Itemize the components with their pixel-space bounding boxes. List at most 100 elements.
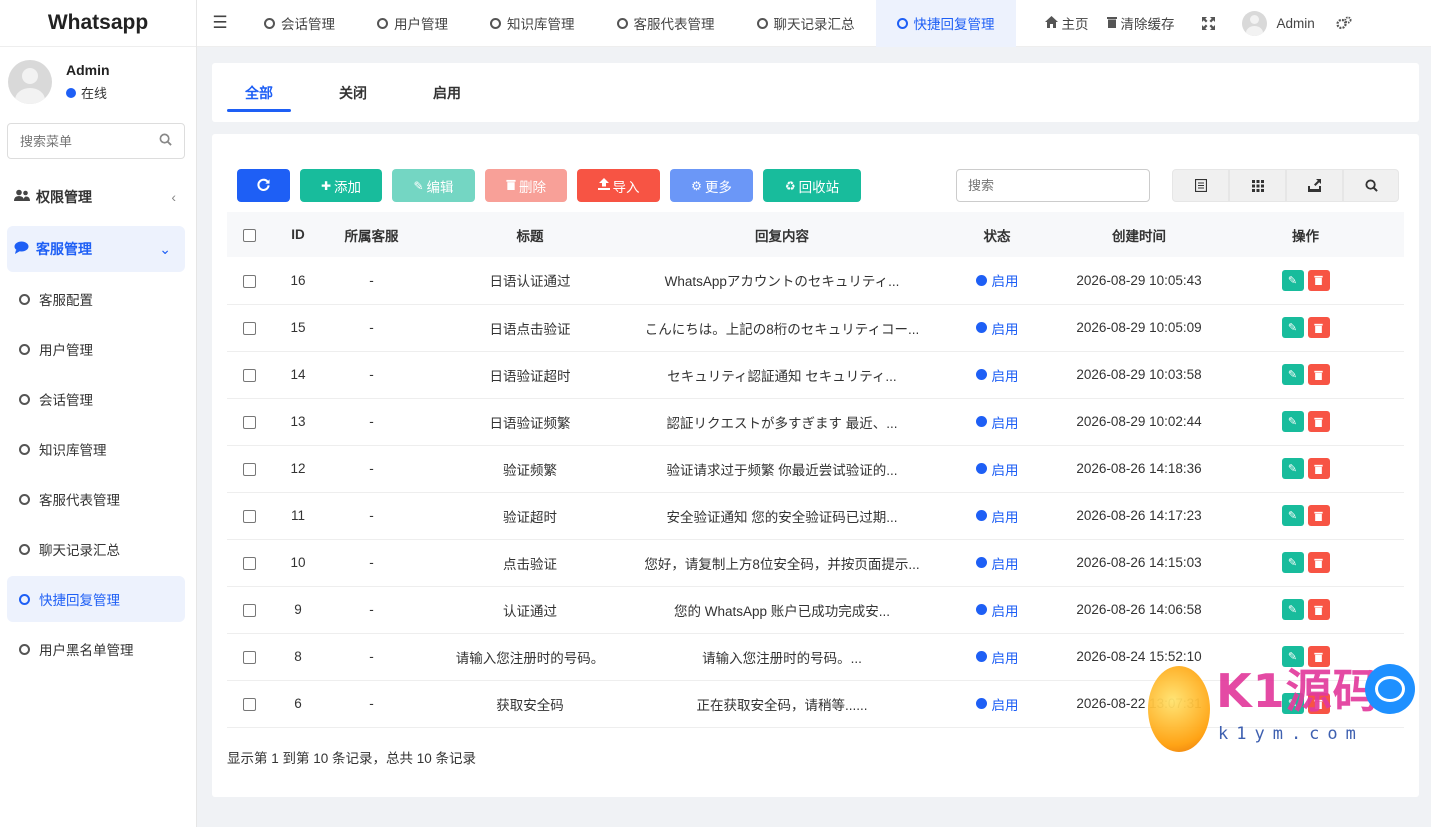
row-edit-button[interactable]: ✎: [1281, 599, 1304, 620]
view-grid-icon[interactable]: [1229, 169, 1286, 202]
row-edit-button[interactable]: ✎: [1281, 269, 1304, 291]
column-header-agent[interactable]: 所属客服: [324, 212, 419, 257]
row-edit-button[interactable]: ✎: [1281, 505, 1304, 526]
row-checkbox[interactable]: [243, 415, 256, 429]
table-row[interactable]: 15 - 日语点击验证 こんにちは。上記の8桁のセキュリティコー... 启用 2026-0…: [227, 304, 1404, 351]
row-edit-button[interactable]: ✎: [1281, 693, 1304, 714]
row-edit-button[interactable]: ✎: [1281, 411, 1304, 432]
cell-status[interactable]: 启用: [923, 351, 1071, 398]
row-delete-button[interactable]: [1307, 693, 1330, 714]
row-checkbox[interactable]: [243, 556, 256, 570]
sidebar-item-knowledge-base[interactable]: 知识库管理: [7, 426, 185, 472]
search-icon[interactable]: [159, 133, 172, 149]
edit-button[interactable]: ✎ 编辑: [392, 169, 475, 202]
table-row[interactable]: 16 - 日语认证通过 WhatsAppアカウントのセキュリティ... 启用 2026-0…: [227, 257, 1404, 304]
row-delete-button[interactable]: [1307, 599, 1330, 620]
table-row[interactable]: 8 - 请输入您注册时的号码。 请输入您注册时的号码。... 启用 2026-08-24 …: [227, 633, 1404, 680]
row-edit-button[interactable]: ✎: [1281, 552, 1304, 573]
table-row[interactable]: 10 - 点击验证 您好，请复制上方8位安全码，并按页面提示... 启用 2026-08-…: [227, 539, 1404, 586]
tab-sessions[interactable]: 会话管理: [243, 0, 356, 47]
row-checkbox[interactable]: [243, 650, 256, 664]
menu-toggle-icon[interactable]: ☰: [197, 13, 243, 33]
cell-status[interactable]: 启用: [923, 492, 1071, 539]
table-search-input[interactable]: [968, 178, 1138, 193]
cell-status[interactable]: 启用: [923, 398, 1071, 445]
cell-status[interactable]: 启用: [923, 445, 1071, 492]
filter-tab-all[interactable]: 全部: [227, 63, 291, 122]
table-row[interactable]: 6 - 获取安全码 正在获取安全码，请稍等...... 启用 2026-08-22 13:…: [227, 680, 1404, 727]
row-checkbox[interactable]: [243, 603, 256, 617]
row-edit-button[interactable]: ✎: [1281, 646, 1304, 667]
row-checkbox[interactable]: [243, 697, 256, 711]
column-header-created[interactable]: 创建时间: [1071, 212, 1207, 257]
row-edit-button[interactable]: ✎: [1281, 317, 1304, 338]
row-checkbox[interactable]: [243, 321, 256, 335]
table-row[interactable]: 14 - 日语验证超时 セキュリティ認証通知 セキュリティ... 启用 2026-08-2…: [227, 351, 1404, 398]
tab-chat-records[interactable]: 聊天记录汇总: [736, 0, 876, 47]
table-row[interactable]: 11 - 验证超时 安全验证通知 您的安全验证码已过期... 启用 2026-08-26 …: [227, 492, 1404, 539]
delete-button[interactable]: 删除: [485, 169, 567, 202]
chat-bubble-icon[interactable]: [1365, 664, 1415, 714]
tab-quick-reply[interactable]: 快捷回复管理: [875, 0, 1016, 47]
recycle-bin-button[interactable]: ♻ 回收站: [763, 169, 861, 202]
filter-tab-closed[interactable]: 关闭: [321, 63, 385, 122]
row-checkbox[interactable]: [243, 462, 256, 476]
row-delete-button[interactable]: [1307, 646, 1330, 667]
tab-users[interactable]: 用户管理: [356, 0, 469, 47]
cell-status[interactable]: 启用: [923, 257, 1071, 304]
filter-tab-enabled[interactable]: 启用: [415, 63, 479, 122]
more-button[interactable]: ⚙ 更多: [670, 169, 753, 202]
table-search[interactable]: [956, 169, 1150, 202]
home-link[interactable]: 主页: [1036, 13, 1098, 33]
settings-gear-icon[interactable]: [1324, 16, 1364, 30]
import-button[interactable]: 导入: [577, 169, 660, 202]
tab-agents[interactable]: 客服代表管理: [596, 0, 736, 47]
export-icon[interactable]: [1286, 169, 1343, 202]
row-delete-button[interactable]: [1307, 505, 1330, 526]
avatar[interactable]: [8, 60, 52, 104]
sidebar-item-agents[interactable]: 客服代表管理: [7, 476, 185, 522]
fullscreen-icon[interactable]: [1184, 16, 1233, 30]
row-checkbox[interactable]: [243, 368, 256, 382]
sidebar-item-cs-config[interactable]: 客服配置: [7, 276, 185, 322]
row-edit-button[interactable]: ✎: [1281, 364, 1304, 385]
column-header-id[interactable]: ID: [272, 212, 324, 257]
table-row[interactable]: 13 - 日语验证频繁 認証リクエストが多すぎます 最近、... 启用 2026-08-2…: [227, 398, 1404, 445]
add-button[interactable]: ✚ 添加: [300, 169, 382, 202]
column-header-status[interactable]: 状态: [923, 212, 1071, 257]
tab-knowledge-base[interactable]: 知识库管理: [469, 0, 596, 47]
search-toggle-icon[interactable]: [1343, 169, 1399, 202]
menu-search[interactable]: [7, 123, 185, 159]
sidebar-group-permissions[interactable]: 权限管理 ‹: [0, 174, 196, 220]
sidebar-item-chat-records[interactable]: 聊天记录汇总: [7, 526, 185, 572]
sidebar-group-customer-service[interactable]: 客服管理 ⌄: [7, 226, 185, 272]
menu-search-input[interactable]: [20, 133, 140, 149]
row-delete-button[interactable]: [1307, 411, 1330, 432]
table-row[interactable]: 9 - 认证通过 您的 WhatsApp 账户已成功完成安... 启用 2026-08-2…: [227, 586, 1404, 633]
row-delete-button[interactable]: [1307, 552, 1330, 573]
cell-status[interactable]: 启用: [923, 633, 1071, 680]
cell-status[interactable]: 启用: [923, 304, 1071, 351]
select-all-checkbox[interactable]: [243, 228, 256, 242]
row-edit-button[interactable]: ✎: [1281, 458, 1304, 479]
row-checkbox[interactable]: [243, 509, 256, 523]
sidebar-item-sessions[interactable]: 会话管理: [7, 376, 185, 422]
row-delete-button[interactable]: [1307, 317, 1330, 338]
row-delete-button[interactable]: [1307, 269, 1330, 291]
column-header-content[interactable]: 回复内容: [641, 212, 923, 257]
table-row[interactable]: 12 - 验证频繁 验证请求过于频繁 你最近尝试验证的... 启用 2026-08-26 …: [227, 445, 1404, 492]
user-menu[interactable]: Admin: [1233, 10, 1324, 36]
row-delete-button[interactable]: [1307, 458, 1330, 479]
clear-cache-link[interactable]: 清除缓存: [1098, 13, 1184, 33]
cell-status[interactable]: 启用: [923, 539, 1071, 586]
sidebar-item-blacklist[interactable]: 用户黑名单管理: [7, 626, 185, 672]
sidebar-item-quick-reply[interactable]: 快捷回复管理: [7, 576, 185, 622]
refresh-button[interactable]: [237, 169, 290, 202]
cell-status[interactable]: 启用: [923, 586, 1071, 633]
view-list-icon[interactable]: [1172, 169, 1229, 202]
column-header-title[interactable]: 标题: [419, 212, 641, 257]
cell-status[interactable]: 启用: [923, 680, 1071, 727]
sidebar-item-users[interactable]: 用户管理: [7, 326, 185, 372]
row-checkbox[interactable]: [243, 274, 256, 288]
row-delete-button[interactable]: [1307, 364, 1330, 385]
